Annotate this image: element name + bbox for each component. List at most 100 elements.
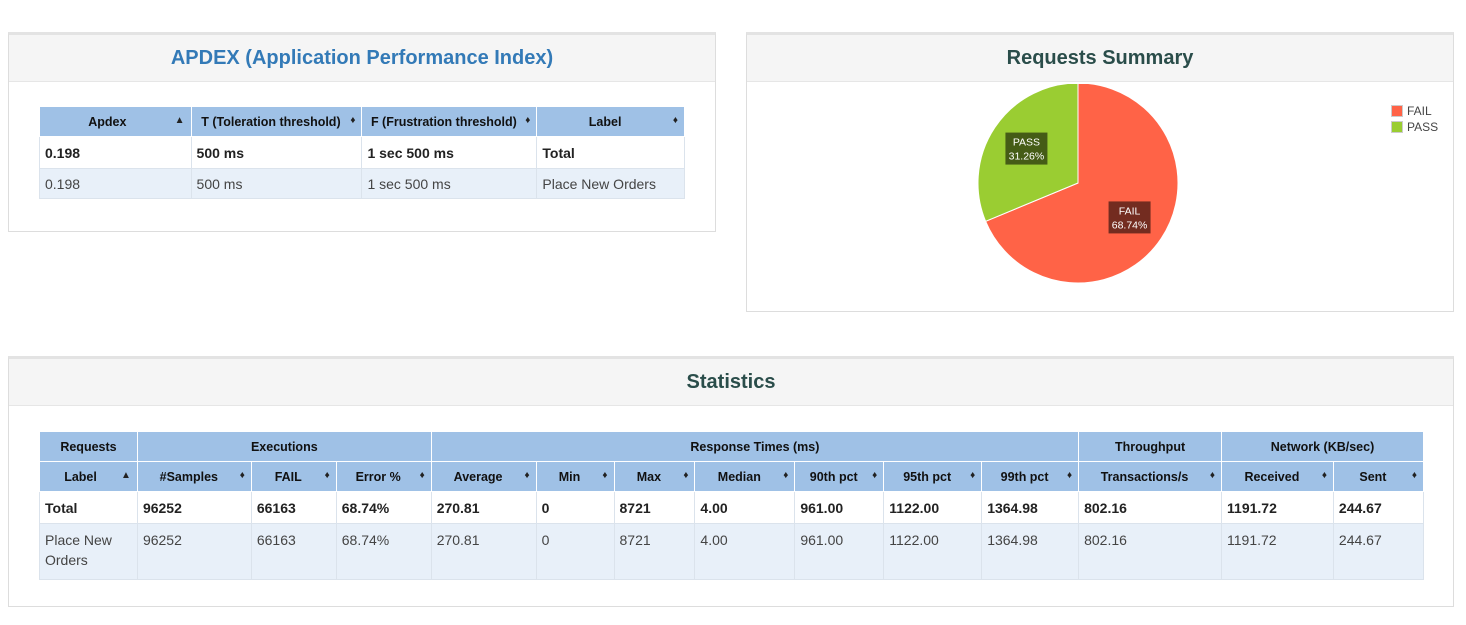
table-cell: 1364.98 bbox=[981, 523, 1080, 580]
pie-label-name: PASS bbox=[1013, 137, 1040, 149]
sort-both-icon: ♦ bbox=[239, 469, 245, 481]
stats-col-sent[interactable]: Sent ♦ bbox=[1332, 461, 1425, 492]
table-cell: 4.00 bbox=[694, 491, 796, 524]
pie-label-name: FAIL bbox=[1119, 205, 1141, 217]
sort-both-icon: ♦ bbox=[1411, 469, 1417, 481]
stats-col-transactions[interactable]: Transactions/s ♦ bbox=[1078, 461, 1223, 492]
group-throughput: Throughput bbox=[1078, 431, 1223, 462]
table-cell: 500 ms bbox=[190, 168, 363, 199]
table-cell: 1 sec 500 ms bbox=[361, 168, 538, 199]
pie-label-value: 68.74% bbox=[1112, 219, 1148, 231]
table-cell: 66163 bbox=[250, 523, 337, 580]
table-cell: 0.198 bbox=[39, 136, 192, 169]
table-cell: 500 ms bbox=[190, 136, 363, 169]
apdex-col-frustration[interactable]: F (Frustration threshold) ♦ bbox=[361, 106, 538, 137]
table-cell: 66163 bbox=[250, 491, 337, 524]
table-cell: 1 sec 500 ms bbox=[361, 136, 538, 169]
group-response-times: Response Times (ms) bbox=[430, 431, 1080, 462]
sort-both-icon: ♦ bbox=[350, 114, 356, 126]
pie-label-fail: FAIL 68.74% bbox=[1108, 201, 1151, 234]
requests-summary-title: Requests Summary bbox=[747, 35, 1453, 82]
sort-both-icon: ♦ bbox=[783, 469, 789, 481]
apdex-table: Apdex ▲ T (Toleration threshold) ♦ F (Frus… bbox=[39, 106, 685, 199]
table-cell: 68.74% bbox=[335, 491, 432, 524]
table-cell: 802.16 bbox=[1078, 523, 1223, 580]
sort-both-icon: ♦ bbox=[524, 469, 530, 481]
stats-col-average[interactable]: Average ♦ bbox=[430, 461, 537, 492]
sort-asc-icon: ▲ bbox=[174, 114, 185, 126]
stats-col-99th[interactable]: 99th pct ♦ bbox=[981, 461, 1080, 492]
table-cell: 244.67 bbox=[1332, 491, 1425, 524]
group-requests: Requests bbox=[39, 431, 138, 462]
apdex-col-apdex[interactable]: Apdex ▲ bbox=[39, 106, 192, 137]
stats-col-fail[interactable]: FAIL ♦ bbox=[250, 461, 337, 492]
stats-col-95th[interactable]: 95th pct ♦ bbox=[883, 461, 983, 492]
apdex-total-row: 0.198 500 ms 1 sec 500 ms Total bbox=[39, 136, 685, 169]
table-cell: 270.81 bbox=[430, 491, 537, 524]
sort-asc-icon: ▲ bbox=[121, 469, 131, 481]
sort-both-icon: ♦ bbox=[1321, 469, 1327, 481]
sort-both-icon: ♦ bbox=[683, 469, 689, 481]
table-cell: 802.16 bbox=[1078, 491, 1223, 524]
table-cell: 1122.00 bbox=[883, 523, 983, 580]
stats-col-received[interactable]: Received ♦ bbox=[1221, 461, 1334, 492]
table-cell: 244.67 bbox=[1332, 523, 1425, 580]
table-cell: 68.74% bbox=[335, 523, 432, 580]
pie-label-value: 31.26% bbox=[1009, 151, 1045, 163]
apdex-col-label[interactable]: Label ♦ bbox=[536, 106, 685, 137]
stats-col-min[interactable]: Min ♦ bbox=[535, 461, 615, 492]
sort-both-icon: ♦ bbox=[1067, 469, 1073, 481]
sort-both-icon: ♦ bbox=[672, 114, 678, 126]
table-cell: 0 bbox=[535, 491, 615, 524]
table-row: 0.198 500 ms 1 sec 500 ms Place New Orde… bbox=[39, 168, 685, 199]
stats-col-90th[interactable]: 90th pct ♦ bbox=[794, 461, 885, 492]
requests-summary-panel: Requests Summary FAIL 68.74% PASS 31.26% FA… bbox=[746, 32, 1454, 312]
table-cell: 8721 bbox=[613, 523, 696, 580]
requests-pie-chart: FAIL 68.74% PASS 31.26% bbox=[977, 84, 1179, 284]
table-cell: 1122.00 bbox=[883, 491, 983, 524]
table-cell: 1191.72 bbox=[1221, 523, 1334, 580]
legend-item-fail[interactable]: FAIL bbox=[1391, 103, 1438, 119]
sort-both-icon: ♦ bbox=[525, 114, 531, 126]
table-cell: 961.00 bbox=[794, 523, 885, 580]
sort-both-icon: ♦ bbox=[602, 469, 608, 481]
stats-col-error[interactable]: Error % ♦ bbox=[335, 461, 432, 492]
apdex-col-toleration[interactable]: T (Toleration threshold) ♦ bbox=[190, 106, 363, 137]
table-cell: 270.81 bbox=[430, 523, 537, 580]
table-cell: Total bbox=[39, 491, 138, 524]
group-network: Network (KB/sec) bbox=[1221, 431, 1424, 462]
apdex-title: APDEX (Application Performance Index) bbox=[9, 35, 715, 82]
legend-swatch-fail bbox=[1391, 105, 1403, 117]
apdex-panel: APDEX (Application Performance Index) Ap… bbox=[8, 32, 716, 232]
stats-total-row: Total 96252 66163 68.74% 270.81 0 8721 4… bbox=[39, 491, 1425, 524]
table-cell: 1191.72 bbox=[1221, 491, 1334, 524]
sort-both-icon: ♦ bbox=[324, 469, 330, 481]
stats-col-samples[interactable]: #Samples ♦ bbox=[136, 461, 252, 492]
table-cell: 0.198 bbox=[39, 168, 192, 199]
sort-both-icon: ♦ bbox=[1209, 469, 1216, 481]
pie-legend: FAIL PASS bbox=[1391, 103, 1438, 135]
table-row: Place New Orders 96252 66163 68.74% 270.… bbox=[39, 523, 1425, 580]
sort-both-icon: ♦ bbox=[419, 469, 425, 481]
legend-item-pass[interactable]: PASS bbox=[1391, 119, 1438, 135]
statistics-table: Requests Executions Response Times (ms) … bbox=[39, 431, 1425, 580]
table-cell: 4.00 bbox=[694, 523, 796, 580]
statistics-panel: Statistics Requests Executions Response … bbox=[8, 356, 1454, 607]
table-cell: 96252 bbox=[136, 523, 252, 580]
table-cell: 1364.98 bbox=[981, 491, 1080, 524]
table-cell: Place New Orders bbox=[39, 523, 138, 580]
table-cell: Total bbox=[536, 136, 685, 169]
stats-col-max[interactable]: Max ♦ bbox=[613, 461, 696, 492]
sort-both-icon: ♦ bbox=[872, 469, 878, 481]
sort-both-icon: ♦ bbox=[970, 469, 976, 481]
statistics-title: Statistics bbox=[9, 359, 1453, 406]
table-cell: 96252 bbox=[136, 491, 252, 524]
table-cell: 961.00 bbox=[794, 491, 885, 524]
stats-col-label[interactable]: Label ▲ bbox=[39, 461, 138, 492]
table-cell: Place New Orders bbox=[536, 168, 685, 199]
table-cell: 8721 bbox=[613, 491, 696, 524]
stats-col-median[interactable]: Median ♦ bbox=[694, 461, 796, 492]
legend-swatch-pass bbox=[1391, 121, 1403, 133]
group-executions: Executions bbox=[136, 431, 432, 462]
pie-label-pass: PASS 31.26% bbox=[1005, 132, 1048, 165]
